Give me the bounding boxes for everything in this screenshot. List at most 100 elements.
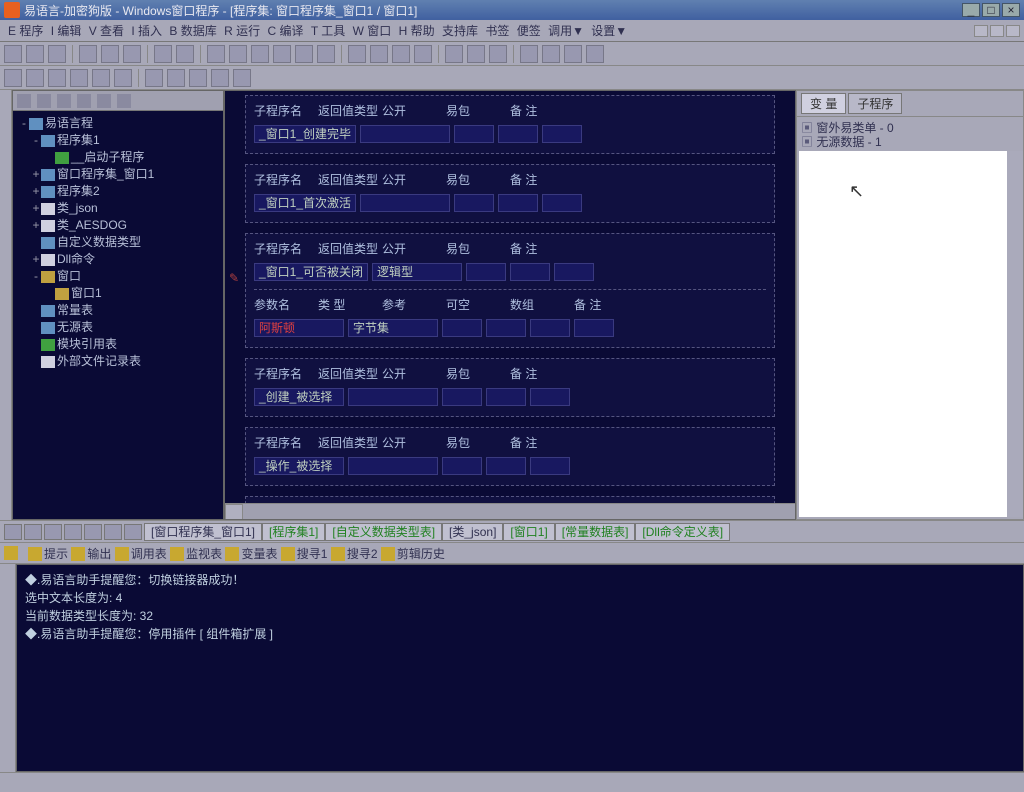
tool-c[interactable] [251, 45, 269, 63]
side-tool-b[interactable] [37, 94, 51, 108]
mdi-restore[interactable] [990, 25, 1004, 37]
tool2-k[interactable] [233, 69, 251, 87]
tool-e[interactable] [295, 45, 313, 63]
mdi-close[interactable] [1006, 25, 1020, 37]
output-tab[interactable]: 变量表 [225, 547, 277, 561]
side-tool-f[interactable] [117, 94, 131, 108]
rlist-item-0[interactable]: 窗外易类单 - 0 [801, 121, 1019, 135]
tool2-i[interactable] [189, 69, 207, 87]
output-tab[interactable]: 剪辑历史 [381, 547, 445, 561]
tool-paste[interactable] [123, 45, 141, 63]
tree-node[interactable]: +Dll命令 [15, 251, 221, 268]
tool-o[interactable] [586, 45, 604, 63]
side-tool-e[interactable] [97, 94, 111, 108]
tree-node[interactable]: -窗口 [15, 268, 221, 285]
right-list[interactable]: 窗外易类单 - 0 无源数据 - 1 [797, 117, 1023, 149]
menu-item[interactable]: W 窗口 [351, 24, 394, 38]
tree-node[interactable]: +窗口程序集_窗口1 [15, 166, 221, 183]
dock-btn-d[interactable] [64, 524, 82, 540]
tool2-j[interactable] [211, 69, 229, 87]
tool-cut[interactable] [79, 45, 97, 63]
tab-subroutines[interactable]: 子程序 [848, 93, 902, 114]
tree-node[interactable]: -程序集1 [15, 132, 221, 149]
dock-tab[interactable]: [程序集1] [262, 523, 325, 541]
tool-save[interactable] [48, 45, 66, 63]
tool-open[interactable] [26, 45, 44, 63]
dock-btn-a[interactable] [4, 524, 22, 540]
output-tab[interactable]: 搜寻1 [281, 547, 328, 561]
tool-k[interactable] [445, 45, 463, 63]
tool2-b[interactable] [26, 69, 44, 87]
tool2-d[interactable] [70, 69, 88, 87]
sub-block[interactable]: 子程序名返回值类型公开易包备 注_操作_被选择 [245, 427, 775, 486]
sub-block[interactable]: 子程序名返回值类型公开易包备 注_窗口1_首次激活 [245, 164, 775, 223]
tree-node[interactable]: -易语言程 [15, 115, 221, 132]
tool2-a[interactable] [4, 69, 22, 87]
menu-item[interactable]: I 编辑 [49, 24, 84, 38]
tree-node[interactable]: +类_json [15, 200, 221, 217]
maximize-button[interactable]: □ [982, 3, 1000, 17]
menu-item[interactable]: 书签 [483, 24, 511, 38]
tool-b[interactable] [229, 45, 247, 63]
tree-node[interactable]: 无源表 [15, 319, 221, 336]
tool-copy[interactable] [101, 45, 119, 63]
close-button[interactable]: × [1002, 3, 1020, 17]
tree-node[interactable]: +程序集2 [15, 183, 221, 200]
tree-node[interactable]: 模块引用表 [15, 336, 221, 353]
menu-item[interactable]: C 编译 [265, 24, 305, 38]
menu-item[interactable]: B 数据库 [167, 24, 218, 38]
output-tab[interactable]: 提示 [28, 547, 68, 561]
tree-node[interactable]: +类_AESDOG [15, 217, 221, 234]
output-tab[interactable]: 监视表 [170, 547, 222, 561]
dock-tab[interactable]: [Dll命令定义表] [635, 523, 730, 541]
tool-h[interactable] [370, 45, 388, 63]
right-content[interactable] [799, 151, 1021, 517]
menu-item[interactable]: 设置▼ [589, 24, 629, 38]
tool2-f[interactable] [114, 69, 132, 87]
sub-block[interactable]: 子程序名返回值类型公开易包备 注_窗口1_创建完毕 [245, 95, 775, 154]
dock-tab[interactable]: [窗口1] [503, 523, 554, 541]
dock-btn-f[interactable] [104, 524, 122, 540]
tool-l[interactable] [520, 45, 538, 63]
tool-d[interactable] [273, 45, 291, 63]
tool-a[interactable] [207, 45, 225, 63]
menu-item[interactable]: E 程序 [6, 24, 45, 38]
dock-tab[interactable]: [类_json] [442, 523, 503, 541]
dock-btn-g[interactable] [124, 524, 142, 540]
tool-new[interactable] [4, 45, 22, 63]
tool2-g[interactable] [145, 69, 163, 87]
side-tool-a[interactable] [17, 94, 31, 108]
tool-n[interactable] [564, 45, 582, 63]
menu-item[interactable]: 支持库 [440, 24, 480, 38]
code-editor[interactable]: ✎ 子程序名返回值类型公开易包备 注_窗口1_创建完毕子程序名返回值类型公开易包… [224, 90, 796, 520]
minimize-button[interactable]: _ [962, 3, 980, 17]
tree-node[interactable]: 窗口1 [15, 285, 221, 302]
tool2-e[interactable] [92, 69, 110, 87]
right-vscroll[interactable] [1007, 151, 1023, 517]
output-tab[interactable]: 搜寻2 [331, 547, 378, 561]
tree-node[interactable]: 常量表 [15, 302, 221, 319]
tool-undo[interactable] [154, 45, 172, 63]
side-tool-d[interactable] [77, 94, 91, 108]
dock-tab[interactable]: [自定义数据类型表] [325, 523, 442, 541]
output-tab[interactable]: 调用表 [115, 547, 167, 561]
tool-redo[interactable] [176, 45, 194, 63]
mdi-minimize[interactable] [974, 25, 988, 37]
tree-node[interactable]: 外部文件记录表 [15, 353, 221, 370]
project-tree[interactable]: -易语言程-程序集1__启动子程序+窗口程序集_窗口1+程序集2+类_json+… [13, 111, 223, 519]
tool-f[interactable] [317, 45, 335, 63]
tool-j[interactable] [414, 45, 432, 63]
menu-item[interactable]: T 工具 [309, 24, 347, 38]
tool-i[interactable] [392, 45, 410, 63]
dock-tab[interactable]: [常量数据表] [555, 523, 636, 541]
menu-item[interactable]: H 帮助 [397, 24, 437, 38]
tool-stop[interactable] [489, 45, 507, 63]
menu-item[interactable]: V 查看 [87, 24, 126, 38]
tree-node[interactable]: __启动子程序 [15, 149, 221, 166]
tool-run[interactable] [467, 45, 485, 63]
rlist-item-1[interactable]: 无源数据 - 1 [801, 135, 1019, 149]
tree-node[interactable]: 自定义数据类型 [15, 234, 221, 251]
editor-hscroll[interactable] [225, 503, 795, 519]
menu-item[interactable]: 便签 [515, 24, 543, 38]
output-console[interactable]: ◆.易语言助手提醒您：切换链接器成功！ 选中文本长度为: 4 当前数据类型长度为… [16, 564, 1024, 772]
